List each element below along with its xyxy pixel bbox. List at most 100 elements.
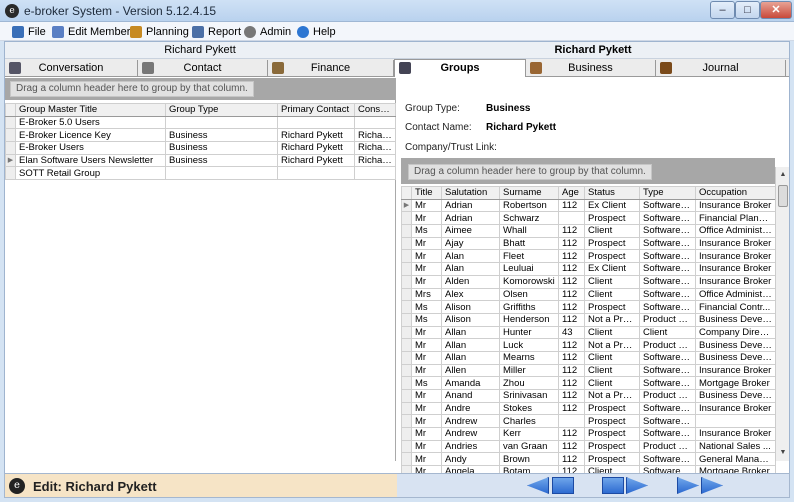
table-cell[interactable]: Business Devel... xyxy=(695,338,776,352)
tab-contact[interactable]: Contact xyxy=(138,60,268,76)
table-cell[interactable]: Prospect xyxy=(584,249,640,264)
table-row[interactable]: MsAlisonHenderson112Not a Prosp...Produc… xyxy=(401,312,776,327)
column-header[interactable]: Age xyxy=(558,186,585,200)
table-cell[interactable]: Mr xyxy=(411,262,442,276)
table-cell[interactable]: Charles xyxy=(499,414,559,429)
table-cell[interactable]: Insurance Broker xyxy=(695,363,776,378)
table-cell[interactable]: Amanda xyxy=(441,376,500,390)
table-cell[interactable]: Prospect xyxy=(584,236,640,251)
row-indicator[interactable] xyxy=(401,401,412,416)
table-cell[interactable]: Business xyxy=(165,153,278,168)
table-cell[interactable]: Software Cli... xyxy=(639,198,696,213)
table-cell[interactable]: Richard Pykett xyxy=(277,128,355,143)
table-cell[interactable]: Mr xyxy=(411,211,442,226)
table-cell[interactable]: Mr xyxy=(411,350,442,365)
last-arrow-icon[interactable] xyxy=(701,477,723,494)
maximize-button[interactable]: □ xyxy=(735,1,760,19)
table-cell[interactable]: 43 xyxy=(558,325,585,340)
table-cell[interactable]: Mr xyxy=(411,325,442,340)
menu-file[interactable]: File xyxy=(12,24,46,40)
table-cell[interactable]: Ms xyxy=(411,224,442,238)
table-cell[interactable]: Software Cli... xyxy=(639,363,696,378)
column-header[interactable]: Surname xyxy=(499,186,559,200)
last-record-button[interactable] xyxy=(677,477,699,494)
column-header[interactable]: Status xyxy=(584,186,640,200)
row-indicator[interactable] xyxy=(401,211,412,226)
table-cell[interactable]: Andre xyxy=(441,401,500,416)
table-cell[interactable]: Prospect xyxy=(584,300,640,314)
table-cell[interactable]: Prospect xyxy=(584,211,640,226)
table-cell[interactable]: Griffiths xyxy=(499,300,559,314)
table-cell[interactable]: Not a Prosp... xyxy=(584,338,640,352)
row-indicator[interactable] xyxy=(401,439,412,454)
column-header[interactable]: Group Master Title xyxy=(15,103,166,117)
column-header[interactable]: Consultar xyxy=(354,103,396,117)
table-cell[interactable]: Ms xyxy=(411,312,442,327)
table-cell[interactable]: Client xyxy=(584,363,640,378)
table-cell[interactable]: E-Broker Users xyxy=(15,141,166,155)
table-cell[interactable]: Product Su... xyxy=(639,389,696,403)
row-indicator[interactable] xyxy=(401,452,412,467)
table-row[interactable]: MrAllenMiller112ClientSoftware Cli...Ins… xyxy=(401,363,776,378)
table-cell[interactable]: Prospect xyxy=(584,414,640,429)
row-indicator[interactable] xyxy=(401,300,412,314)
table-cell[interactable]: Insurance Broker xyxy=(695,198,776,213)
table-cell[interactable]: Whall xyxy=(499,224,559,238)
row-indicator[interactable] xyxy=(401,427,412,441)
table-cell[interactable]: Product Su... xyxy=(639,312,696,327)
table-row[interactable]: MrAndreStokes112ProspectSoftware Cli...I… xyxy=(401,401,776,416)
scroll-down-arrow-icon[interactable]: ▼ xyxy=(778,447,788,459)
next-arrow-icon[interactable] xyxy=(626,477,648,494)
tab-finance[interactable]: Finance xyxy=(268,60,394,76)
table-cell[interactable]: 112 xyxy=(558,439,585,454)
table-cell[interactable]: Brown xyxy=(499,452,559,467)
close-button[interactable]: ✕ xyxy=(760,1,792,19)
table-cell[interactable]: Richard Pykett xyxy=(277,141,355,155)
table-cell[interactable]: Mortgage Broker xyxy=(695,376,776,390)
table-cell[interactable]: Alan xyxy=(441,249,500,264)
row-indicator[interactable] xyxy=(401,262,412,276)
table-cell[interactable]: Alison xyxy=(441,300,500,314)
table-cell[interactable]: 112 xyxy=(558,363,585,378)
table-cell[interactable]: Client xyxy=(584,274,640,289)
table-cell[interactable]: Aimee xyxy=(441,224,500,238)
table-cell[interactable]: Miller xyxy=(499,363,559,378)
table-cell[interactable]: Richard F xyxy=(354,141,396,155)
table-cell[interactable] xyxy=(558,211,585,226)
table-cell[interactable]: Financial Contr... xyxy=(695,300,776,314)
table-cell[interactable]: Prospect xyxy=(584,401,640,416)
row-indicator[interactable] xyxy=(401,414,412,429)
table-cell[interactable]: Allan xyxy=(441,338,500,352)
table-cell[interactable] xyxy=(558,414,585,429)
table-cell[interactable]: Office Administr... xyxy=(695,224,776,238)
table-cell[interactable]: Insurance Broker xyxy=(695,236,776,251)
table-cell[interactable]: Komorowski xyxy=(499,274,559,289)
table-cell[interactable]: Client xyxy=(584,224,640,238)
table-cell[interactable]: Client xyxy=(639,325,696,340)
table-cell[interactable]: Mr xyxy=(411,389,442,403)
tab-business[interactable]: Business xyxy=(526,60,656,76)
table-cell[interactable]: Alden xyxy=(441,274,500,289)
table-cell[interactable]: Insurance Broker xyxy=(695,401,776,416)
table-cell[interactable] xyxy=(354,115,396,130)
table-cell[interactable]: Bhatt xyxy=(499,236,559,251)
column-header[interactable]: Salutation xyxy=(441,186,500,200)
menu-report[interactable]: Report xyxy=(192,24,241,40)
row-indicator[interactable]: ▶ xyxy=(5,153,16,168)
table-cell[interactable]: Adrian xyxy=(441,198,500,213)
table-row[interactable]: MsAmandaZhou112ClientSoftware Cli...Mort… xyxy=(401,376,776,390)
table-row[interactable]: MrsAlexOlsen112ClientSoftware Cli...Offi… xyxy=(401,287,776,302)
table-cell[interactable]: Mr xyxy=(411,338,442,352)
table-cell[interactable]: Andrew xyxy=(441,414,500,429)
table-cell[interactable]: Mr xyxy=(411,236,442,251)
tab-journal[interactable]: Journal xyxy=(656,60,786,76)
table-row[interactable]: MrAnandSrinivasan112Not a Prosp...Produc… xyxy=(401,389,776,403)
table-cell[interactable]: Client xyxy=(584,287,640,302)
table-row[interactable]: MrAjayBhatt112ProspectSoftware Cli...Ins… xyxy=(401,236,776,251)
table-cell[interactable]: Software Cli... xyxy=(639,236,696,251)
table-cell[interactable]: Alan xyxy=(441,262,500,276)
table-cell[interactable]: 112 xyxy=(558,198,585,213)
table-cell[interactable]: Ms xyxy=(411,300,442,314)
table-row[interactable]: MrAdrianSchwarz ProspectSoftware Cli...Fi… xyxy=(401,211,776,226)
column-header[interactable]: Group Type xyxy=(165,103,278,117)
